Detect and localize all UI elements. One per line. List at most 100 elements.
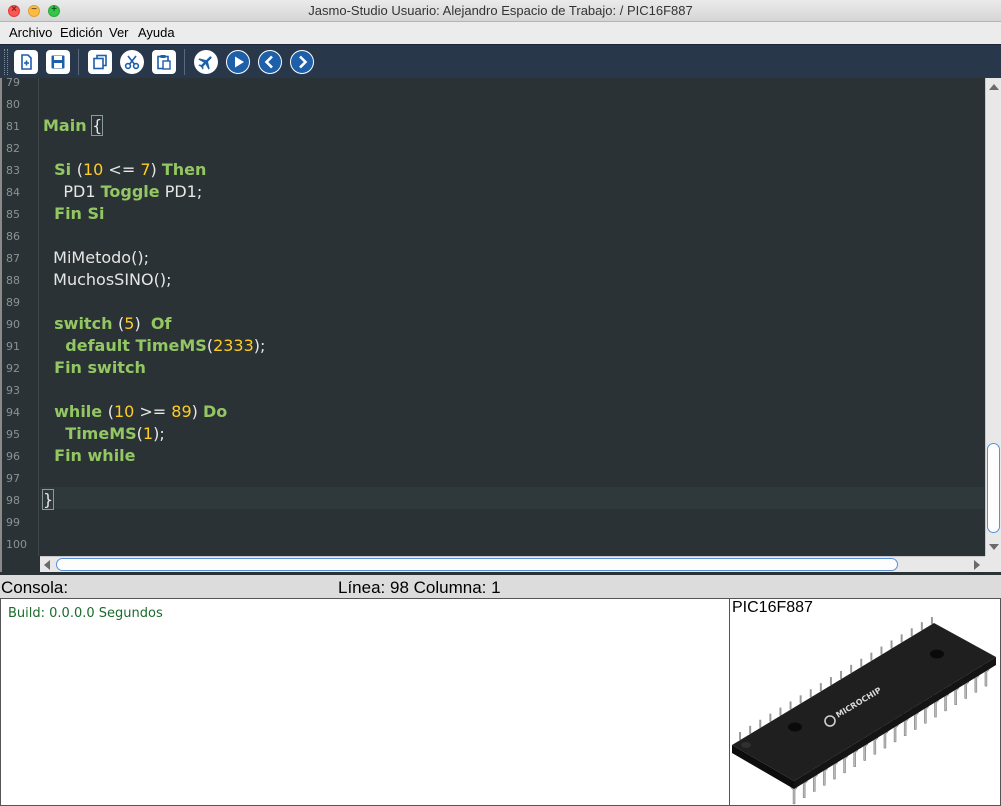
line-number: 98 bbox=[6, 494, 20, 507]
code-text: } bbox=[41, 489, 55, 510]
menu-edicion[interactable]: Edición bbox=[60, 25, 103, 40]
code-keyword: while bbox=[43, 402, 108, 421]
line-number: 100 bbox=[6, 538, 27, 551]
back-button[interactable] bbox=[258, 50, 282, 74]
console-output: Build: 0.0.0.0 Segundos bbox=[8, 606, 163, 621]
code-keyword: Then bbox=[161, 160, 207, 179]
line-number: 82 bbox=[6, 142, 20, 155]
code-line: MiMetodo(); bbox=[43, 247, 149, 269]
chip-pin bbox=[829, 677, 832, 686]
line-number: 79 bbox=[6, 78, 20, 89]
chip-pin bbox=[749, 725, 752, 734]
code-keyword: switch bbox=[43, 314, 119, 333]
toolbar-grip[interactable] bbox=[4, 49, 8, 75]
status-bar: Consola: Línea: 98 Columna: 1 bbox=[0, 572, 1001, 598]
code-line: switch (5) Of bbox=[43, 313, 171, 335]
forward-button[interactable] bbox=[290, 50, 314, 74]
chip-name: PIC16F887 bbox=[732, 599, 813, 616]
line-number: 84 bbox=[6, 186, 20, 199]
code-line: Si (10 <= 7) Then bbox=[43, 159, 206, 181]
chip-image: MICROCHIP bbox=[732, 617, 996, 805]
code-keyword: Do bbox=[202, 402, 228, 421]
toolbar-separator bbox=[184, 49, 185, 75]
window-title: Jasmo-Studio Usuario: Alejandro Espacio … bbox=[308, 3, 693, 18]
menu-ver[interactable]: Ver bbox=[109, 25, 129, 40]
horizontal-scrollbar[interactable] bbox=[40, 556, 985, 572]
menu-bar: Archivo Edición Ver Ayuda bbox=[0, 22, 1001, 44]
line-number: 92 bbox=[6, 362, 20, 375]
cut-button[interactable] bbox=[120, 50, 144, 74]
code-text: ); bbox=[253, 336, 266, 355]
paste-button[interactable] bbox=[152, 50, 176, 74]
code-text: ) bbox=[150, 160, 162, 179]
chip-pin bbox=[880, 646, 883, 655]
current-line-highlight bbox=[40, 487, 984, 509]
code-number: 10 bbox=[113, 402, 135, 421]
code-keyword: Fin while bbox=[43, 446, 136, 465]
code-keyword: default TimeMS bbox=[43, 336, 207, 355]
paste-icon bbox=[157, 55, 171, 70]
scroll-right-icon[interactable] bbox=[974, 560, 980, 570]
code-number: 5 bbox=[124, 314, 135, 333]
new-file-button[interactable] bbox=[14, 50, 38, 74]
vertical-scrollbar[interactable] bbox=[985, 78, 1001, 556]
code-line: while (10 >= 89) Do bbox=[43, 401, 227, 423]
scroll-up-icon[interactable] bbox=[989, 84, 999, 90]
line-number: 99 bbox=[6, 516, 20, 529]
chip-pin bbox=[930, 617, 933, 625]
code-keyword: Toggle bbox=[100, 182, 160, 201]
console-panel[interactable]: Build: 0.0.0.0 Segundos bbox=[0, 598, 730, 806]
code-text: ); bbox=[153, 424, 165, 443]
vertical-scroll-thumb[interactable] bbox=[987, 443, 1000, 533]
save-icon bbox=[51, 55, 65, 69]
chip-pin bbox=[920, 622, 923, 631]
code-keyword: Si bbox=[43, 160, 77, 179]
chevron-right-icon bbox=[291, 51, 313, 73]
chip-pin bbox=[759, 719, 762, 728]
code-number: 10 bbox=[82, 160, 104, 179]
line-number: 80 bbox=[6, 98, 20, 111]
copy-button[interactable] bbox=[88, 50, 112, 74]
scrollbar-corner bbox=[985, 556, 1001, 572]
airplane-icon bbox=[198, 56, 212, 70]
horizontal-scroll-thumb[interactable] bbox=[56, 558, 898, 571]
chip-pin bbox=[850, 664, 853, 673]
compile-button[interactable] bbox=[194, 50, 218, 74]
chip-pin bbox=[739, 731, 742, 740]
chip-pin bbox=[900, 634, 903, 643]
chip-pin bbox=[860, 658, 863, 667]
chip-pin bbox=[890, 640, 893, 649]
line-number: 89 bbox=[6, 296, 20, 309]
code-text: PD1; bbox=[159, 182, 203, 201]
code-number: 2333 bbox=[213, 336, 254, 355]
chip-pin bbox=[840, 670, 843, 679]
line-number: 88 bbox=[6, 274, 20, 287]
menu-archivo[interactable]: Archivo bbox=[9, 25, 52, 40]
chevron-left-icon bbox=[259, 51, 281, 73]
chip-pin bbox=[789, 701, 792, 710]
line-number: 93 bbox=[6, 384, 20, 397]
chip-pin bbox=[809, 689, 812, 698]
code-text: ) bbox=[134, 314, 151, 333]
code-line: PD1 Toggle PD1; bbox=[43, 181, 202, 203]
line-number-gutter: 79 80 81 82 83 84 85 86 87 88 89 90 91 92 93 94 95 96 97 98… bbox=[2, 78, 39, 556]
chip-pin bbox=[870, 652, 873, 661]
save-button[interactable] bbox=[46, 50, 70, 74]
code-keyword: TimeMS bbox=[43, 424, 137, 443]
code-text-area[interactable]: Main { Si (10 <= 7) Then PD1 Toggle PD1;… bbox=[40, 78, 984, 556]
chip-pin bbox=[910, 628, 913, 637]
line-number: 83 bbox=[6, 164, 20, 177]
scroll-left-icon[interactable] bbox=[44, 560, 50, 570]
line-number: 97 bbox=[6, 472, 20, 485]
code-line: Fin switch bbox=[43, 357, 146, 379]
new-file-icon bbox=[21, 54, 32, 70]
code-line: MuchosSINO(); bbox=[43, 269, 171, 291]
code-number: 1 bbox=[142, 424, 154, 443]
code-text: PD1 bbox=[43, 182, 101, 201]
code-line: Main { bbox=[43, 115, 104, 137]
menu-ayuda[interactable]: Ayuda bbox=[138, 25, 175, 40]
run-button[interactable] bbox=[226, 50, 250, 74]
code-text: ) bbox=[191, 402, 203, 421]
scroll-down-icon[interactable] bbox=[989, 544, 999, 550]
toolbar-separator bbox=[78, 49, 79, 75]
